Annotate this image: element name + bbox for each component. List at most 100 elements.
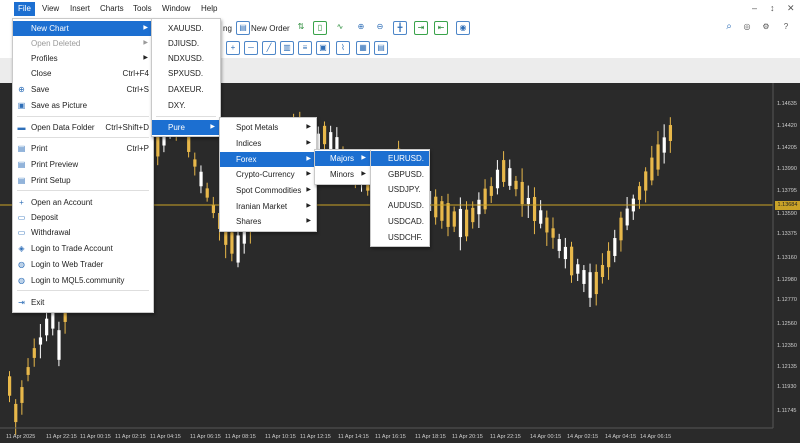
submenu-arrow-icon: ▶ xyxy=(306,218,311,224)
candle-body xyxy=(582,270,586,284)
candle-body xyxy=(32,348,36,358)
new-chart-item-ndxusd[interactable]: NDXUSD. xyxy=(152,51,220,66)
scroll-end-icon[interactable]: ⇥ xyxy=(414,21,428,35)
pure-item-label: Crypto-Currency xyxy=(236,170,295,179)
candle-body xyxy=(594,271,598,295)
forex-item-minors[interactable]: Minors ▶ xyxy=(315,167,371,182)
majors-item-eurusd[interactable]: EURUSD. xyxy=(371,151,429,166)
help-icon[interactable]: ? xyxy=(779,21,793,35)
close-icon[interactable]: ✕ xyxy=(787,3,795,14)
settings-icon[interactable]: ⚙ xyxy=(759,21,773,35)
chart-shift-icon[interactable]: ⇤ xyxy=(434,21,448,35)
candle-body xyxy=(465,209,469,237)
menu-help[interactable]: Help xyxy=(197,2,221,16)
withdrawal-icon: ▭ xyxy=(17,228,26,237)
grid-icon[interactable]: ╋ xyxy=(393,21,407,35)
menu-insert[interactable]: Insert xyxy=(66,2,94,16)
majors-item-usdcad[interactable]: USDCAD. xyxy=(371,214,429,229)
candle-body xyxy=(539,210,543,224)
file-menu-item-withdrawal[interactable]: ▭ Withdrawal xyxy=(13,225,153,240)
minimize-icon[interactable]: – xyxy=(752,3,757,13)
pure-item-crypto-currency[interactable]: Crypto-Currency ▶ xyxy=(220,167,316,182)
account-icon[interactable]: ◎ xyxy=(740,21,754,35)
file-menu-item-profiles[interactable]: Profiles ▶ xyxy=(13,51,153,66)
file-menu-item-exit[interactable]: ⇥ Exit xyxy=(13,295,153,310)
pure-item-label: Forex xyxy=(236,155,257,164)
file-menu-item-print-preview[interactable]: ▤ Print Preview xyxy=(13,157,153,172)
screenshot-icon[interactable]: ◉ xyxy=(456,21,470,35)
pure-item-indices[interactable]: Indices ▶ xyxy=(220,136,316,151)
zoom-in-icon[interactable]: ⊕ xyxy=(354,21,368,35)
majors-item-gbpusd[interactable]: GBPUSD. xyxy=(371,167,429,182)
file-menu-item-label: Deposit xyxy=(31,213,59,222)
new-chart-item-pure[interactable]: Pure ▶ xyxy=(152,120,220,135)
submenu-arrow-icon: ▶ xyxy=(143,55,148,61)
templates-icon[interactable]: ▤ xyxy=(374,41,388,55)
new-order-icon[interactable]: ▤ xyxy=(236,21,250,35)
channel-icon[interactable]: ▥ xyxy=(280,41,294,55)
new-order-button[interactable]: New Order xyxy=(251,21,290,37)
majors-item-usdchf[interactable]: USDCHF. xyxy=(371,230,429,245)
candle-body xyxy=(557,239,561,251)
menu-view[interactable]: View xyxy=(38,2,63,16)
file-menu-item-open-an-account[interactable]: + Open an Account xyxy=(13,195,153,210)
menu-file[interactable]: File xyxy=(14,2,35,16)
candle-body xyxy=(477,199,481,215)
majors-item-label: AUDUSD. xyxy=(388,201,425,210)
menu-charts[interactable]: Charts xyxy=(96,2,128,16)
menu-separator xyxy=(156,116,216,117)
file-menu-item-print[interactable]: ▤ Print Ctrl+P xyxy=(13,141,153,156)
file-menu-item-print-setup[interactable]: ▤ Print Setup xyxy=(13,173,153,188)
shortcut-label: Ctrl+F4 xyxy=(122,69,149,78)
file-menu-item-save-as-picture[interactable]: ▣ Save as Picture xyxy=(13,98,153,113)
submenu-arrow-icon: ▶ xyxy=(306,203,311,209)
indicators-icon[interactable]: ⌇ xyxy=(336,41,350,55)
hline-icon[interactable]: ─ xyxy=(244,41,258,55)
file-menu-item-close[interactable]: Close Ctrl+F4 xyxy=(13,66,153,81)
pure-item-forex[interactable]: Forex ▶ xyxy=(220,152,316,167)
fibo-icon[interactable]: ≡ xyxy=(298,41,312,55)
crosshair-icon[interactable]: + xyxy=(226,41,240,55)
candle-body xyxy=(570,246,574,276)
pure-item-shares[interactable]: Shares ▶ xyxy=(220,214,316,229)
candlestick-icon[interactable]: ▯ xyxy=(313,21,327,35)
time-tick-label: 11 Apr 20:15 xyxy=(452,434,483,440)
new-chart-item-daxeur[interactable]: DAXEUR. xyxy=(152,82,220,97)
new-chart-item-label: DAXEUR. xyxy=(168,85,204,94)
algo-trading-label[interactable]: ng xyxy=(223,21,232,37)
file-menu-item-label: Withdrawal xyxy=(31,228,71,237)
file-menu-item-login-to-trade-account[interactable]: ◈ Login to Trade Account xyxy=(13,241,153,256)
majors-item-audusd[interactable]: AUDUSD. xyxy=(371,198,429,213)
new-chart-item-spxusd[interactable]: SPXUSD. xyxy=(152,66,220,81)
candle-body xyxy=(57,330,61,360)
search-icon[interactable]: ⌕ xyxy=(722,21,736,35)
time-tick-label: 11 Apr 02:15 xyxy=(115,434,146,440)
file-menu-item-login-to-web-trader[interactable]: ◍ Login to Web Trader xyxy=(13,257,153,272)
zoom-out-icon[interactable]: ⊖ xyxy=(373,21,387,35)
file-menu-item-login-to-mql5-community[interactable]: ◍ Login to MQL5.community xyxy=(13,273,153,288)
majors-item-usdjpy[interactable]: USDJPY. xyxy=(371,182,429,197)
trendline-icon[interactable]: ╱ xyxy=(262,41,276,55)
periods-icon[interactable]: ▦ xyxy=(356,41,370,55)
file-menu-item-open-data-folder[interactable]: ▬ Open Data Folder Ctrl+Shift+D xyxy=(13,120,153,135)
file-menu-item-new-chart[interactable]: New Chart ▶ xyxy=(13,21,153,36)
file-menu-item-save[interactable]: ⊕ Save Ctrl+S xyxy=(13,82,153,97)
candle-body xyxy=(483,188,487,210)
shapes-icon[interactable]: ▣ xyxy=(316,41,330,55)
time-tick-label: 11 Apr 2025 xyxy=(6,434,36,440)
pure-item-spot-commodities[interactable]: Spot Commodities ▶ xyxy=(220,183,316,198)
price-tick-label: 1.12980 xyxy=(777,277,797,283)
new-chart-item-dxy[interactable]: DXY. xyxy=(152,98,220,113)
file-menu-item-open-deleted[interactable]: Open Deleted ▶ xyxy=(13,36,153,51)
pure-item-spot-metals[interactable]: Spot Metals ▶ xyxy=(220,120,316,135)
menu-tools[interactable]: Tools xyxy=(129,2,156,16)
line-chart-icon[interactable]: ∿ xyxy=(333,21,347,35)
bar-chart-icon[interactable]: ⇅ xyxy=(294,21,308,35)
file-menu-item-deposit[interactable]: ▭ Deposit xyxy=(13,210,153,225)
new-chart-item-xauusd[interactable]: XAUUSD. xyxy=(152,21,220,36)
forex-item-majors[interactable]: Majors ▶ xyxy=(315,151,371,166)
new-chart-item-djiusd[interactable]: DJIUSD. xyxy=(152,36,220,51)
pure-item-iranian-market[interactable]: Iranian Market ▶ xyxy=(220,199,316,214)
restore-icon[interactable]: ↕ xyxy=(770,3,775,13)
menu-window[interactable]: Window xyxy=(158,2,194,16)
